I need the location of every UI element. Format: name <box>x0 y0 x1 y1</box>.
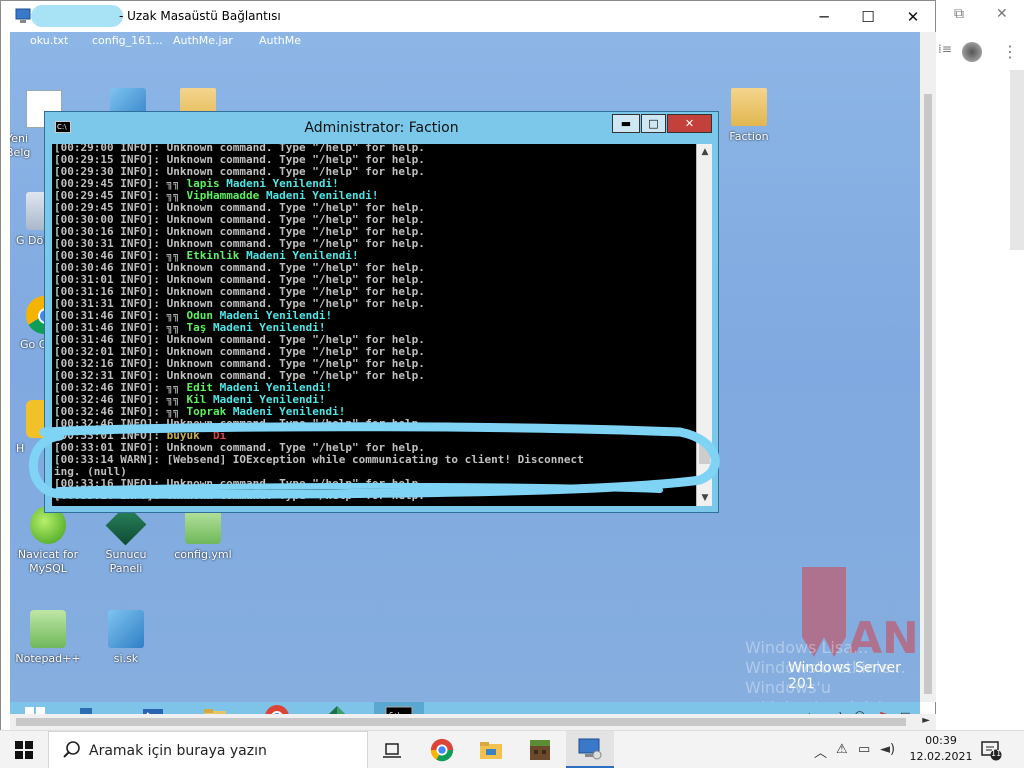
redacted-host-scribble <box>31 5 123 27</box>
console-minimize-button[interactable]: ▬ <box>612 114 640 133</box>
extensions-icon[interactable]: ⁞≡ <box>938 42 952 56</box>
folder-icon <box>731 88 767 126</box>
notepad-icon <box>108 610 144 648</box>
desktop-icon-sunucu-paneli[interactable]: Sunucu Paneli <box>86 504 166 576</box>
local-taskbar: Aramak için buraya yazın ︿ ⚠ ▭ ◄) 00:39 … <box>0 730 1024 768</box>
clock-time: 00:39 <box>925 734 957 747</box>
scroll-thumb[interactable] <box>699 444 710 464</box>
tray-security-icon[interactable]: ⚠ <box>836 742 848 757</box>
console-close-button[interactable]: ✕ <box>667 114 712 133</box>
desktop-label-config[interactable]: config_161... <box>92 34 163 47</box>
desktop-label-authme[interactable]: AuthMe <box>259 34 301 47</box>
start-button[interactable] <box>0 731 48 768</box>
notification-count: 11 <box>991 749 1002 758</box>
rdp-vertical-scrollbar[interactable] <box>920 32 936 702</box>
rdp-maximize-button[interactable]: ☐ <box>845 1 891 32</box>
console-title-bar: C:\ Administrator: Faction ▬ □ ✕ <box>45 112 718 142</box>
rdp-close-button[interactable]: ✕ <box>890 1 936 32</box>
desktop-label-oku[interactable]: oku.txt <box>30 34 68 47</box>
taskbar-chrome[interactable] <box>418 731 466 768</box>
notification-center-button[interactable]: 11 <box>980 739 1002 761</box>
minecraft-icon <box>530 740 550 760</box>
restore-icon[interactable]: ⧉ <box>954 6 964 22</box>
rdp-horizontal-scrollbar[interactable]: ► <box>10 714 936 730</box>
scroll-down-arrow-icon[interactable]: ▼ <box>697 490 713 506</box>
close-icon[interactable]: ✕ <box>996 6 1008 22</box>
desktop-icon-config-yml[interactable]: config.yml <box>163 506 243 562</box>
rdp-title-bar: - Uzak Masaüstü Bağlantısı ─ ☐ ✕ <box>1 1 935 32</box>
desktop-icon-si-sk[interactable]: si.sk <box>86 610 166 666</box>
console-text: [00:29:00 INFO]: Unknown command. Type "… <box>54 144 690 502</box>
scroll-up-arrow-icon[interactable]: ▲ <box>697 144 713 160</box>
search-icon <box>63 741 80 758</box>
screen: ⧉ ✕ ⁞≡ ⋮ - Uzak Masaüstü Bağlantısı ─ ☐ … <box>0 0 1024 768</box>
search-placeholder: Aramak için buraya yazın <box>89 743 267 759</box>
scroll-thumb[interactable] <box>16 718 906 726</box>
rdp-icon <box>578 738 602 759</box>
scroll-right-arrow-icon[interactable]: ► <box>922 715 930 726</box>
scroll-thumb[interactable] <box>924 94 932 694</box>
taskbar-search-box[interactable]: Aramak için buraya yazın <box>48 731 368 768</box>
console-maximize-button[interactable]: □ <box>641 114 666 133</box>
local-browser-background: ⧉ ✕ ⁞≡ ⋮ <box>935 0 1024 730</box>
desktop-icon-notepadpp[interactable]: Notepad++ <box>10 610 88 666</box>
taskbar-file-explorer[interactable] <box>467 731 515 768</box>
desktop-label-authme-jar[interactable]: AuthMe.jar <box>173 34 233 47</box>
clock[interactable]: 00:39 12.02.2021 <box>906 733 976 765</box>
taskbar-minecraft[interactable] <box>516 731 564 768</box>
file-explorer-icon <box>480 742 502 759</box>
console-line: [00:33:16 INFO]: Unknown command. Type "… <box>54 489 425 502</box>
tray-volume-icon[interactable]: ◄) <box>880 742 895 757</box>
notepadpp-icon <box>30 610 66 648</box>
local-scrollbar[interactable] <box>1010 70 1024 250</box>
chrome-icon <box>430 738 454 762</box>
console-output[interactable]: [00:29:00 INFO]: Unknown command. Type "… <box>52 144 712 506</box>
rdp-minimize-button[interactable]: ─ <box>801 1 847 32</box>
desktop-icon-navicat[interactable]: Navicat for MySQL <box>10 506 88 576</box>
tray-chevron-icon[interactable]: ︿ <box>814 742 827 761</box>
windows-logo-icon <box>15 741 33 759</box>
task-view-icon <box>383 743 401 758</box>
console-window: C:\ Administrator: Faction ▬ □ ✕ [00:29:… <box>44 111 719 513</box>
taskbar-remote-desktop[interactable] <box>566 731 614 768</box>
avatar[interactable] <box>962 42 982 62</box>
menu-dots-icon[interactable]: ⋮ <box>1002 42 1018 61</box>
desktop-icon-faction[interactable]: Faction <box>709 88 789 144</box>
windows-server-label: Windows Server 201 <box>788 660 901 692</box>
task-view-button[interactable] <box>368 731 416 768</box>
rdp-title: - Uzak Masaüstü Bağlantısı <box>119 9 281 23</box>
tray-network-icon[interactable]: ▭ <box>858 742 870 757</box>
console-scrollbar[interactable]: ▲ ▼ <box>696 144 712 506</box>
console-line: [00:33:14 WARN]: [Websend] IOException w… <box>54 453 584 466</box>
top-icon-labels: oku.txt config_161... AuthMe.jar AuthMe <box>10 32 340 48</box>
clock-date: 12.02.2021 <box>909 750 973 763</box>
